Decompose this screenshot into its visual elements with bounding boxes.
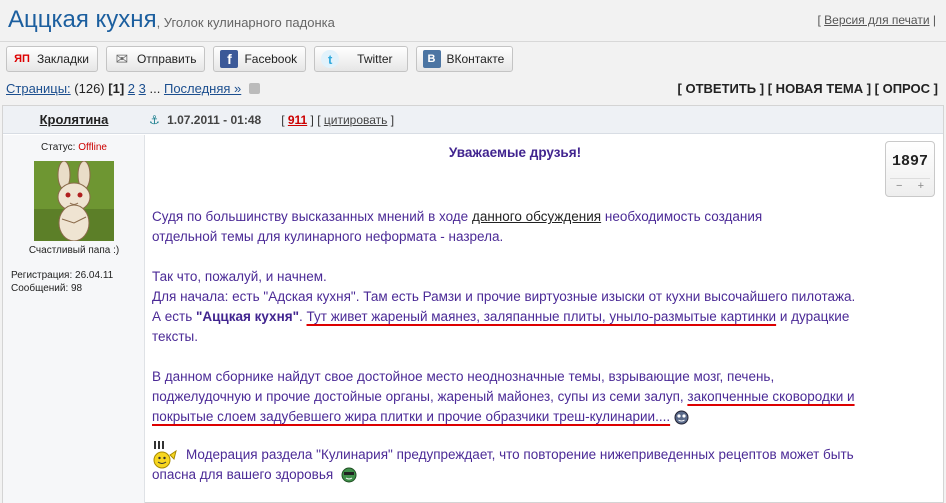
rating-widget: 1897 − + (885, 141, 935, 197)
paragraph-text: поджелудочную и прочие достойные органы,… (152, 389, 688, 404)
page-count: (126) (74, 81, 105, 96)
sick-smiley-icon (341, 467, 357, 483)
quote-link[interactable]: цитировать (324, 113, 388, 127)
page-link-3[interactable]: 3 (139, 81, 146, 96)
anchor-icon[interactable]: ⚓ (149, 113, 160, 127)
print-version: [ Версия для печати | (817, 13, 936, 27)
author-link[interactable]: Кролятина (40, 112, 109, 127)
author-sidebar: Статус: Offline Счастливый папа :) Регис… (3, 135, 145, 503)
paragraph-4-line-2: опасна для вашего здоровья (152, 465, 932, 485)
share-label: Facebook (244, 52, 298, 66)
rating-plus-button[interactable]: + (918, 179, 924, 193)
rating-minus-button[interactable]: − (896, 179, 902, 193)
poll-button[interactable]: [ ОПРОС ] (875, 81, 938, 96)
post-meta: ⚓ 1.07.2011 - 01:48 [ 911 ] [ цитировать… (149, 113, 395, 127)
yandex-bookmarks-icon: ЯП (14, 53, 30, 65)
topic-title-text: Аццкая кухня (8, 6, 157, 33)
paragraph-2-line-4: тексты. (152, 329, 198, 344)
print-separator: | (932, 13, 936, 27)
paragraph-3: В данном сборнике найдут свое достойное … (152, 367, 932, 427)
post-body: Уважаемые друзья! 1897 − + Судя по больш… (149, 135, 943, 503)
red-underlined-text: Тут живет жареный маянез, заляпанные пли… (306, 309, 777, 324)
share-label: Закладки (37, 52, 89, 66)
topic-title: Аццкая кухня, Уголок кулинарного падонка (8, 6, 335, 34)
twitter-icon: t (321, 50, 340, 68)
last-page-link[interactable]: Последняя » (164, 81, 241, 96)
vkontakte-icon: B (422, 50, 441, 68)
facebook-icon: f (220, 50, 239, 68)
moderation-warning-text: Модерация раздела "Кулинария" предупрежд… (186, 447, 854, 462)
status-value: Offline (78, 142, 107, 153)
post-date: 1.07.2011 - 01:48 (167, 113, 262, 127)
current-page: [1] (108, 81, 125, 96)
discussion-link[interactable]: данного обсуждения (472, 209, 601, 224)
paragraph-text: Судя по большинству высказанных мнений в… (152, 209, 472, 224)
paragraph-text: А есть (152, 309, 196, 324)
paragraph-2-line-3: А есть "Аццкая кухня". Тут живет жареный… (152, 307, 932, 327)
share-button-twitter[interactable]: t Twitter (314, 46, 408, 72)
share-button-vkontakte[interactable]: B ВКонтакте (415, 46, 514, 72)
status-label: Статус: (41, 142, 76, 153)
paragraph-text: и дурацкие (776, 309, 850, 324)
paragraph-2-line-2: Для начала: есть "Адская кухня". Там ест… (152, 289, 856, 304)
red-underlined-text: покрытые слоем задубевшего жира плитки и… (152, 409, 671, 424)
paragraph-3-line-2: поджелудочную и прочие достойные органы,… (152, 387, 932, 407)
rabbit-avatar-image (34, 161, 114, 241)
avatar (34, 161, 114, 241)
warning-smiley-icon (153, 441, 177, 469)
post-header: Кролятина ⚓ 1.07.2011 - 01:48 [ 911 ] [ … (3, 106, 943, 134)
share-label: Twitter (357, 52, 393, 66)
pages-label-link[interactable]: Страницы: (6, 81, 71, 96)
email-icon: ✉ (115, 51, 129, 68)
share-label: Отправить (136, 52, 197, 66)
paragraph-3-line-3: покрытые слоем задубевшего жира плитки и… (152, 407, 932, 427)
paragraph-1-line-1: Судя по большинству высказанных мнений в… (152, 207, 932, 227)
paragraph-2: Так что, пожалуй, и начнем. Для начала: … (152, 267, 932, 347)
post-greeting: Уважаемые друзья! (448, 145, 582, 160)
post-author: Кролятина (3, 106, 145, 134)
share-button-email[interactable]: ✉ Отправить (105, 46, 206, 72)
share-button-facebook[interactable]: f Facebook (213, 46, 307, 72)
paragraph-3-line-1: В данном сборнике найдут свое достойное … (152, 369, 775, 384)
rating-controls: − + (890, 178, 930, 193)
bold-topic-name: "Аццкая кухня" (195, 309, 299, 324)
share-button-bookmarks[interactable]: ЯП Закладки (6, 46, 98, 72)
paragraph-text: необходимость создания (601, 209, 763, 224)
avatar-caption: Счастливый папа :) (28, 245, 120, 256)
page-jump-dropdown-icon[interactable] (248, 83, 260, 95)
print-version-link[interactable]: Версия для печати (824, 13, 929, 27)
paragraph-4: Модерация раздела "Кулинария" предупрежд… (152, 441, 932, 485)
topic-header: Аццкая кухня, Уголок кулинарного падонка… (0, 0, 946, 42)
paragraph-1-line-2: отдельной темы для кулинарного неформата… (152, 229, 504, 244)
dizzy-smiley-icon (674, 410, 689, 425)
pagination: Страницы: (126) [1] 2 3 ... Последняя » (6, 81, 260, 96)
post-number-link[interactable]: 911 (288, 113, 307, 127)
page-link-2[interactable]: 2 (128, 81, 135, 96)
new-topic-button[interactable]: [ НОВАЯ ТЕМА ] (768, 81, 871, 96)
message-count: Сообщений: 98 (11, 283, 83, 294)
registration-date: Регистрация: 26.04.11 (11, 270, 114, 281)
topic-subtitle: , Уголок кулинарного падонка (156, 15, 335, 30)
forum-post: Кролятина ⚓ 1.07.2011 - 01:48 [ 911 ] [ … (2, 105, 944, 503)
red-underlined-text: закопченные сковородки и (687, 389, 855, 404)
paragraph-1: Судя по большинству высказанных мнений в… (152, 207, 932, 247)
page-ellipsis: ... (149, 81, 161, 96)
reply-button[interactable]: [ ОТВЕТИТЬ ] (678, 81, 765, 96)
paragraph-text: . (299, 309, 307, 324)
share-label: ВКонтакте (446, 52, 505, 66)
author-status: Статус: Offline (3, 142, 145, 153)
paragraph-2-line-1: Так что, пожалуй, и начнем. (152, 269, 327, 284)
rating-value: 1897 (891, 153, 928, 170)
author-stats: Регистрация: 26.04.11 Сообщений: 98 (11, 269, 113, 295)
share-toolbar: ЯП Закладки ✉ Отправить f Facebook t Twi… (6, 46, 514, 72)
topic-actions: [ ОТВЕТИТЬ ] [ НОВАЯ ТЕМА ] [ ОПРОС ] (678, 81, 938, 96)
paragraph-4-line-1: Модерация раздела "Кулинария" предупрежд… (152, 441, 932, 469)
print-bracket-open: [ (817, 13, 821, 27)
